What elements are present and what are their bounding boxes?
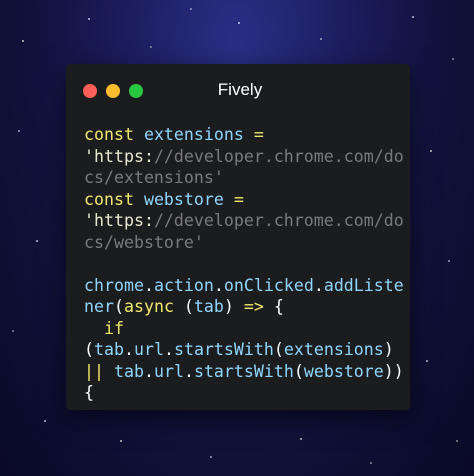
- code-token: .: [143, 361, 154, 381]
- code-token: (: [173, 297, 194, 316]
- code-block: const extensions ='https://developer.chr…: [84, 124, 404, 404]
- code-token: extensions: [143, 125, 244, 144]
- window-title: Fively: [217, 80, 263, 99]
- code-line: 'https://developer.chrome.com/do: [84, 146, 404, 168]
- code-token: async: [123, 297, 174, 316]
- code-token: (: [293, 361, 304, 381]
- code-token: const: [84, 189, 134, 209]
- code-token: action: [153, 275, 214, 295]
- code-token: cs/webstore': [84, 232, 204, 252]
- code-token: tab: [113, 361, 144, 381]
- code-token: )): [383, 361, 404, 381]
- code-token: onClicked: [223, 275, 314, 295]
- code-token: {: [84, 383, 94, 402]
- code-token: =: [233, 189, 244, 209]
- code-token: addListe: [323, 275, 404, 295]
- code-token: startsWith: [173, 340, 274, 359]
- code-line: const extensions =: [84, 124, 404, 146]
- code-line: cs/webstore': [84, 232, 404, 254]
- code-token: {: [263, 297, 284, 316]
- code-line: || tab.url.startsWith(webstore)): [84, 361, 404, 383]
- code-token: .: [123, 340, 134, 359]
- code-token: webstore: [303, 361, 384, 381]
- code-token: if: [103, 318, 124, 338]
- code-token: webstore: [143, 189, 224, 209]
- code-line: ner(async (tab) => {: [84, 296, 404, 318]
- code-token: ): [223, 297, 244, 316]
- code-token: .: [163, 340, 174, 359]
- code-window: Fively const extensions ='https://develo…: [66, 64, 410, 410]
- code-token: extensions: [283, 340, 384, 359]
- code-token: ||: [84, 361, 104, 381]
- code-line: if: [84, 318, 404, 340]
- code-line: 'https://developer.chrome.com/do: [84, 210, 404, 232]
- code-token: (: [113, 297, 124, 316]
- code-token: .: [313, 275, 324, 295]
- code-token: cs/extensions': [84, 168, 224, 187]
- code-token: =>: [243, 297, 264, 316]
- code-token: (: [273, 340, 284, 359]
- code-token: .: [183, 361, 194, 381]
- code-token: url: [153, 361, 184, 381]
- code-token: ner: [84, 297, 114, 316]
- code-token: 'https:: [84, 146, 154, 166]
- code-token: //developer.chrome.com/do: [153, 146, 404, 166]
- code-token: //developer.chrome.com/do: [153, 211, 404, 230]
- code-token: startsWith: [193, 361, 294, 381]
- code-line: chrome.action.onClicked.addListe: [84, 275, 404, 297]
- code-token: url: [133, 340, 164, 359]
- code-token: tab: [94, 340, 124, 359]
- code-token: =: [253, 125, 264, 144]
- code-line: (tab.url.startsWith(extensions): [84, 339, 404, 361]
- code-token: chrome: [84, 275, 144, 295]
- code-line: {: [84, 382, 404, 404]
- code-token: .: [143, 275, 154, 295]
- code-token: 'https:: [84, 211, 154, 230]
- window-titlebar: Fively: [66, 64, 410, 118]
- code-token: .: [213, 275, 224, 295]
- code-line: const webstore =: [84, 189, 404, 211]
- code-token: const: [84, 125, 134, 144]
- code-token: tab: [193, 297, 224, 316]
- code-line: cs/extensions': [84, 167, 404, 189]
- code-token: (: [84, 340, 94, 359]
- code-token: ): [383, 340, 394, 359]
